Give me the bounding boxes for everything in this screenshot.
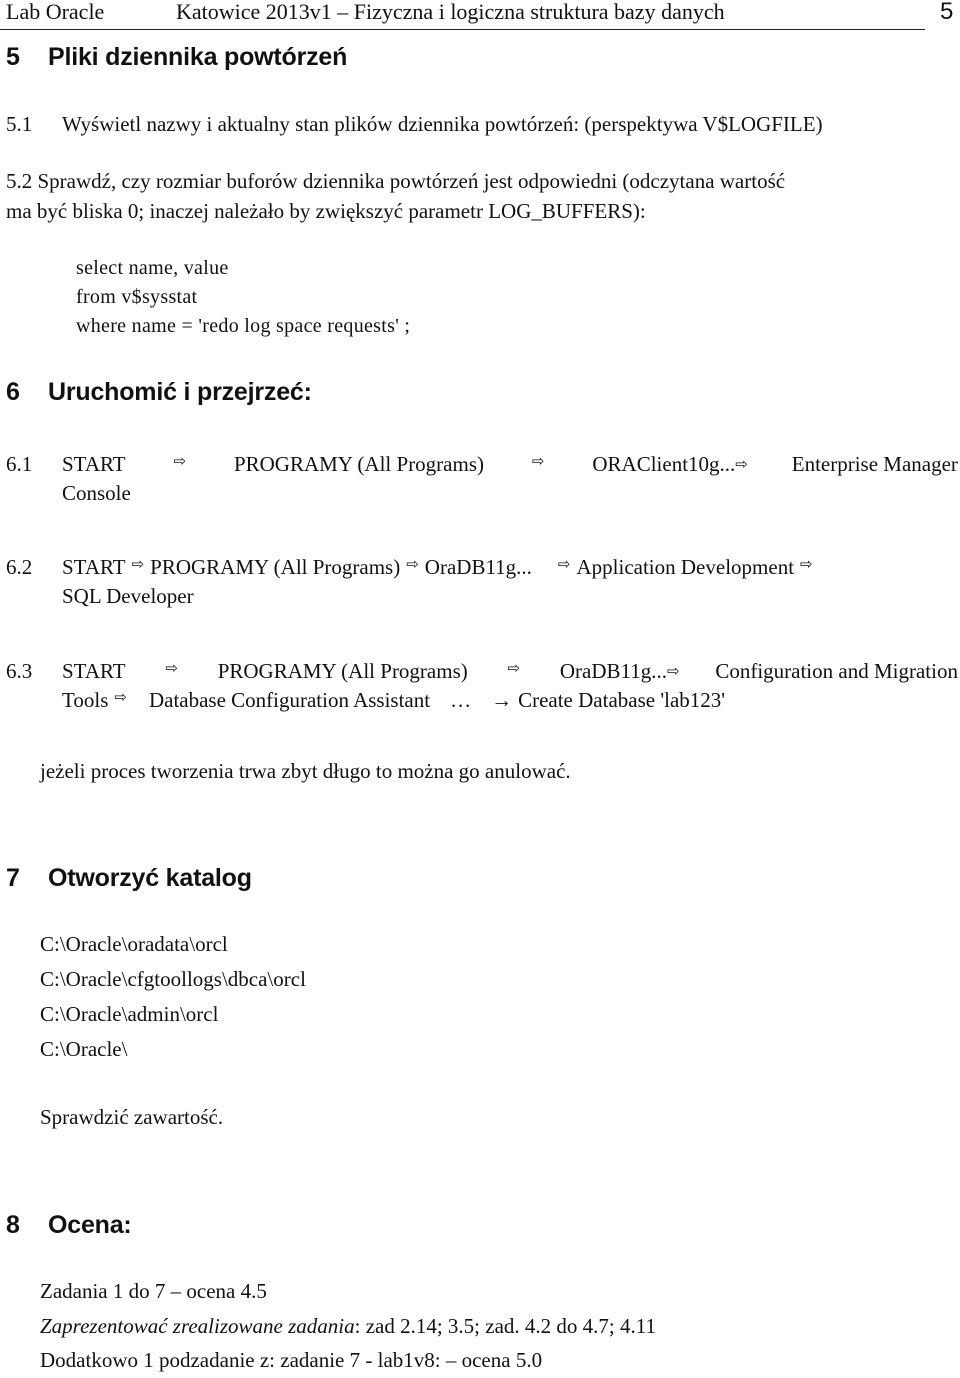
section-number: 6: [6, 378, 20, 406]
path-step: Tools: [62, 688, 109, 712]
hollow-right-arrow-icon: ⇨: [114, 688, 127, 706]
task-number: 6.1: [6, 452, 33, 476]
page-number: 5: [940, 0, 954, 25]
path-step: OraDB11g...: [424, 555, 532, 579]
hollow-right-arrow-icon: ⇨: [800, 555, 813, 573]
path-step: Application Development: [576, 555, 795, 579]
path-step: Database Configuration Assistant: [148, 688, 431, 712]
path-step: ORAClient10g...: [592, 452, 736, 476]
path-step: Create Database 'lab123': [518, 688, 726, 712]
section-heading-7: 7 Otworzyć katalog: [6, 864, 252, 893]
task-5-2-line-1: 5.2 Sprawdź, czy rozmiar buforów dzienni…: [6, 169, 786, 193]
hollow-right-arrow-icon: ⇨: [507, 659, 521, 677]
hollow-right-arrow-icon: ⇨: [735, 455, 748, 473]
header-title: Katowice 2013v1 – Fizyczna i logiczna st…: [176, 0, 725, 24]
grading-emphasis: Zaprezentować zrealizowane zadania: [40, 1314, 355, 1338]
header-lab-label: Lab Oracle: [6, 0, 105, 24]
path-step: OraDB11g...: [559, 659, 667, 683]
grading-line-3: Dodatkowo 1 podzadanie z: zadanie 7 - la…: [40, 1348, 543, 1372]
grading-line-2: Zaprezentować zrealizowane zadania: zad …: [40, 1314, 656, 1339]
path-continuation: Tools ⇨ Database Configuration Assistant…: [62, 688, 958, 713]
path-step: PROGRAMY (All Programs): [217, 659, 468, 683]
task-number: 6.3: [6, 659, 33, 683]
running-header: Lab Oracle Katowice 2013v1 – Fizyczna i …: [6, 0, 725, 25]
code-line: where name = 'redo log space requests' ;: [76, 315, 411, 337]
task-number: 5.1: [6, 112, 33, 136]
sql-code-block: select name, value from v$sysstat where …: [76, 254, 410, 341]
note-check-contents: Sprawdzić zawartość.: [40, 1105, 224, 1129]
path-step: Enterprise Manager: [791, 452, 958, 476]
section-heading-6: 6 Uruchomić i przejrzeć:: [6, 378, 312, 407]
directory-path: C:\Oracle\admin\orcl: [40, 1002, 219, 1026]
right-arrow-icon: →: [491, 688, 513, 712]
code-line: from v$sysstat: [76, 286, 198, 308]
directory-path: C:\Oracle\cfgtoollogs\dbca\orcl: [40, 967, 306, 991]
hollow-right-arrow-icon: ⇨: [666, 662, 680, 680]
section-heading-5: 5 Pliki dziennika powtórzeń: [6, 43, 347, 72]
task-6-3: 6.3 START ⇨ PROGRAMY (All Programs) ⇨ Or…: [6, 659, 958, 713]
path-continuation: Console: [62, 481, 131, 505]
hollow-right-arrow-icon: ⇨: [557, 555, 571, 573]
section-number: 5: [6, 43, 20, 71]
path-step: Configuration and Migration: [715, 659, 958, 683]
hollow-right-arrow-icon: ⇨: [165, 659, 178, 677]
path-step: START: [62, 452, 126, 476]
section-number: 8: [6, 1211, 20, 1239]
path-step: START: [62, 555, 126, 579]
section-title: Pliki dziennika powtórzeń: [48, 43, 348, 71]
section-heading-8: 8 Ocena:: [6, 1211, 132, 1240]
task-text: Wyświetl nazwy i aktualny stan plików dz…: [62, 112, 823, 136]
hollow-right-arrow-icon: ⇨: [131, 555, 145, 573]
section-title: Otworzyć katalog: [48, 864, 252, 892]
hollow-right-arrow-icon: ⇨: [531, 452, 545, 470]
task-6-1: 6.1 START ⇨ PROGRAMY (All Programs) ⇨ OR…: [6, 452, 958, 506]
path-continuation: SQL Developer: [62, 584, 194, 608]
code-line: select name, value: [76, 257, 229, 279]
directory-path: C:\Oracle\oradata\orcl: [40, 932, 228, 956]
task-number: 6.2: [6, 555, 33, 579]
section-title: Ocena:: [48, 1211, 132, 1239]
section-number: 7: [6, 864, 20, 892]
grading-tasks: : zad 2.14; 3.5; zad. 4.2 do 4.7; 4.11: [354, 1314, 656, 1338]
hollow-right-arrow-icon: ⇨: [173, 452, 187, 470]
hollow-right-arrow-icon: ⇨: [406, 555, 419, 573]
task-5-2-line-2: ma być bliska 0; inaczej należało by zwi…: [6, 199, 646, 223]
path-step: START: [62, 659, 126, 683]
directory-list: C:\Oracle\oradata\orcl C:\Oracle\cfgtool…: [40, 927, 306, 1067]
directory-path: C:\Oracle\: [40, 1037, 128, 1061]
ellipsis: …: [450, 688, 472, 712]
task-6-2: 6.2 START ⇨ PROGRAMY (All Programs) ⇨ Or…: [6, 555, 819, 609]
path-step: PROGRAMY (All Programs): [150, 555, 401, 579]
section-title: Uruchomić i przejrzeć:: [48, 378, 312, 406]
path-step: PROGRAMY (All Programs): [233, 452, 484, 476]
grading-line-1: Zadania 1 do 7 – ocena 4.5: [40, 1279, 267, 1303]
task-5-1: 5.1 Wyświetl nazwy i aktualny stan plików…: [6, 112, 823, 137]
note-cancel: jeżeli proces tworzenia trwa zbyt długo …: [40, 759, 571, 783]
header-divider: [0, 29, 925, 30]
